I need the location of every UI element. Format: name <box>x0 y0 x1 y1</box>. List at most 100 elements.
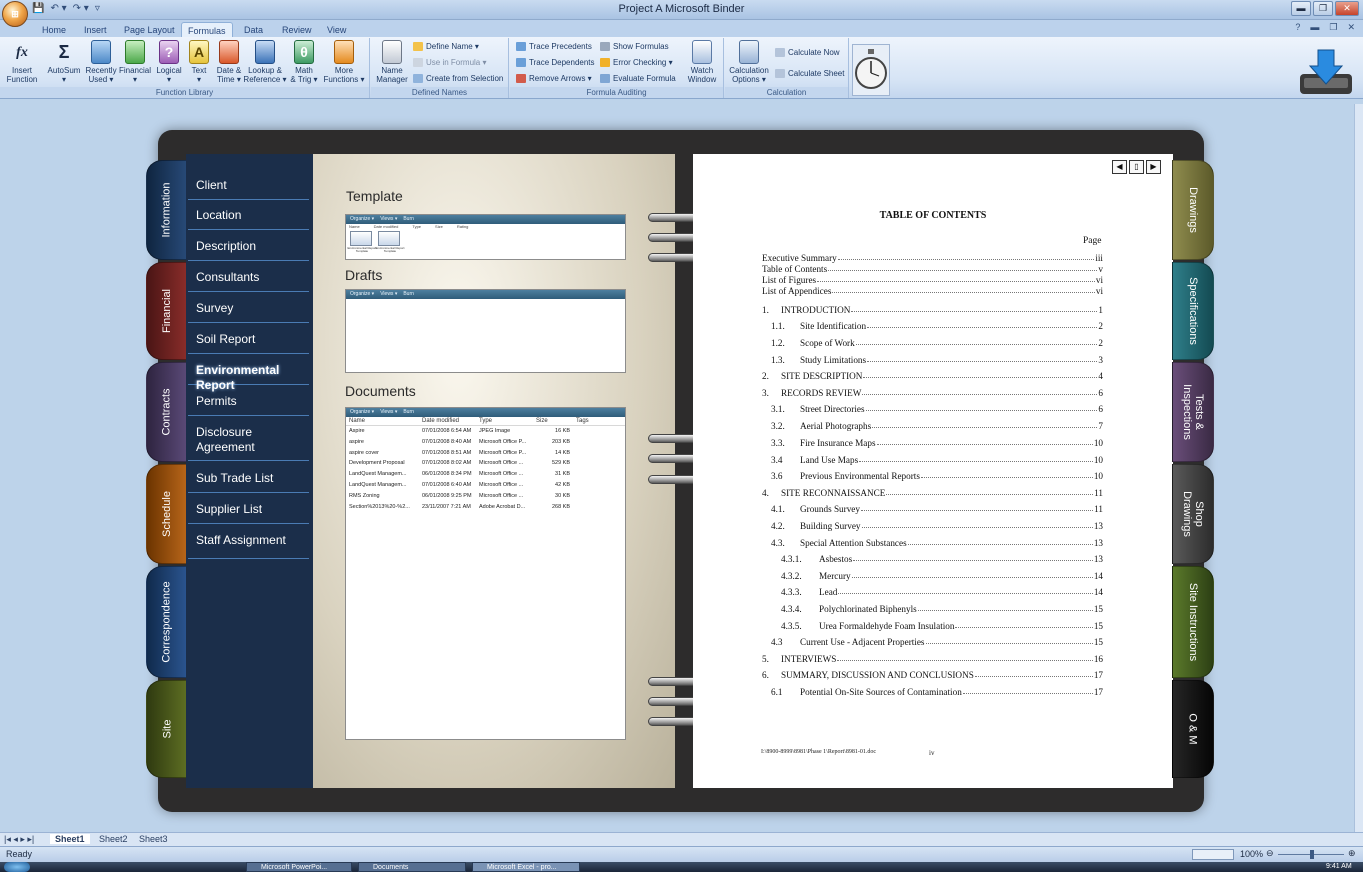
tab-financial[interactable]: Financial <box>146 262 188 360</box>
toc-entry[interactable]: 3.6 Previous Environmental Reports 10 <box>771 471 1103 481</box>
tab-drawings[interactable]: Drawings <box>1172 160 1214 260</box>
toc-entry[interactable]: 3.2. Aerial Photographs 7 <box>771 421 1103 431</box>
math-trig-button[interactable]: θ Math & Trig ▾ <box>287 40 321 84</box>
nav-item-description[interactable]: Description <box>188 239 309 261</box>
lookup-reference-button[interactable]: Lookup & Reference ▾ <box>243 40 287 84</box>
toc-entry[interactable]: 4.3.1. Asbestos 13 <box>781 554 1103 564</box>
toc-entry[interactable]: 2. SITE DESCRIPTION 4 <box>762 371 1103 381</box>
trace-dependents-button[interactable]: Trace Dependents <box>516 58 595 67</box>
close-button[interactable]: ✕ <box>1335 1 1359 16</box>
show-formulas-button[interactable]: Show Formulas <box>600 42 669 51</box>
toc-entry[interactable]: 4.3.5. Urea Formaldehyde Foam Insulation 1… <box>781 621 1103 631</box>
workbook-minimize-button[interactable]: ▬ <box>1310 22 1319 33</box>
trace-precedents-button[interactable]: Trace Precedents <box>516 42 592 51</box>
minimize-button[interactable]: ▬ <box>1291 1 1311 16</box>
toc-entry[interactable]: 4.3.3. Lead 14 <box>781 587 1103 597</box>
file-row[interactable]: LandQuest Managem... 06/01/2008 8:34 PM Mi… <box>346 469 625 480</box>
help-icon[interactable]: ? <box>1295 22 1300 33</box>
tab-site-instructions[interactable]: Site Instructions <box>1172 566 1214 678</box>
text-button[interactable]: A Text ▾ <box>185 40 213 84</box>
taskbar-item-excel[interactable]: Microsoft Excel - pro... <box>472 862 580 872</box>
file-row[interactable]: Development Proposal 07/01/2008 8:02 AM Mi… <box>346 458 625 469</box>
toc-entry[interactable]: 1.3. Study Limitations 3 <box>771 355 1103 365</box>
organize-menu[interactable]: Organize ▾ <box>350 408 374 417</box>
recently-used-button[interactable]: Recently Used ▾ <box>84 40 118 84</box>
nav-item-disclosure-agreement[interactable]: Disclosure Agreement <box>188 425 309 461</box>
burn-button[interactable]: Burn <box>403 215 414 224</box>
toc-entry[interactable]: 4.3.4. Polychlorinated Biphenyls 15 <box>781 604 1103 614</box>
vertical-scrollbar[interactable] <box>1354 104 1363 832</box>
toc-entry[interactable]: 5. INTERVIEWS 16 <box>762 654 1103 664</box>
toc-entry[interactable]: List of Appendices vi <box>762 286 1103 296</box>
toc-entry[interactable]: 3.4 Land Use Maps 10 <box>771 455 1103 465</box>
taskbar-item-documents[interactable]: Documents <box>358 862 466 872</box>
toc-entry[interactable]: 1.2. Scope of Work 2 <box>771 338 1103 348</box>
nav-item-staff-assignment[interactable]: Staff Assignment <box>188 533 309 559</box>
stopwatch-button[interactable] <box>852 44 890 96</box>
drafts-explorer[interactable]: Organize ▾ Views ▾ Burn <box>345 289 626 373</box>
view-buttons[interactable] <box>1192 849 1234 860</box>
nav-item-survey[interactable]: Survey <box>188 301 309 323</box>
create-from-selection-button[interactable]: Create from Selection <box>413 74 503 83</box>
nav-item-sub-trade-list[interactable]: Sub Trade List <box>188 471 309 493</box>
organize-menu[interactable]: Organize ▾ <box>350 215 374 224</box>
office-button[interactable]: ⊞ <box>2 1 28 27</box>
file-row[interactable]: Aspire 07/01/2008 6:54 AM JPEG Image 16 KB <box>346 426 625 437</box>
nav-item-client[interactable]: Client <box>188 178 309 200</box>
tab-formulas[interactable]: Formulas <box>181 22 233 38</box>
sheet-nav-buttons[interactable]: |◂ ◂ ▸ ▸| <box>4 834 34 845</box>
toc-entry[interactable]: 4.3. Special Attention Substances 13 <box>771 538 1103 548</box>
toc-entry[interactable]: 4.3 Current Use - Adjacent Properties 15 <box>771 637 1103 647</box>
tab-review[interactable]: Review <box>276 22 318 38</box>
views-menu[interactable]: Views ▾ <box>380 215 397 224</box>
insert-function-button[interactable]: fx Insert Function <box>4 40 40 84</box>
zoom-in-icon[interactable]: ⊕ <box>1348 848 1356 859</box>
toc-entry[interactable]: 1. INTRODUCTION 1 <box>762 305 1103 315</box>
calculate-sheet-button[interactable]: Calculate Sheet <box>775 69 844 78</box>
nav-item-soil-report[interactable]: Soil Report <box>188 332 309 354</box>
toc-entry[interactable]: List of Figures vi <box>762 275 1103 285</box>
zoom-slider-thumb[interactable] <box>1310 850 1314 859</box>
start-button[interactable] <box>4 862 30 872</box>
use-in-formula-button[interactable]: Use in Formula ▾ <box>413 58 486 67</box>
toc-entry[interactable]: 4.3.2. Mercury 14 <box>781 571 1103 581</box>
tab-correspondence[interactable]: Correspondence <box>146 566 188 678</box>
file-row[interactable]: aspire 07/01/2008 8:40 AM Microsoft Office… <box>346 437 625 448</box>
nav-item-permits[interactable]: Permits <box>188 394 309 416</box>
autosum-button[interactable]: Σ AutoSum ▾ <box>44 40 84 85</box>
nav-item-location[interactable]: Location <box>188 208 309 230</box>
name-manager-button[interactable]: Name Manager <box>373 40 411 84</box>
toc-entry[interactable]: 4.1. Grounds Survey 11 <box>771 504 1103 514</box>
toc-entry[interactable]: Table of Contents v <box>762 264 1103 274</box>
tab-tests-inspections[interactable]: Tests & Inspections <box>1172 362 1214 462</box>
col-date-modified[interactable]: Date modified <box>422 417 479 425</box>
toc-entry[interactable]: 3.1. Street Directories 6 <box>771 404 1103 414</box>
sheet-tab-1[interactable]: Sheet1 <box>50 834 90 844</box>
date-time-button[interactable]: Date & Time ▾ <box>213 40 245 84</box>
views-menu[interactable]: Views ▾ <box>380 290 397 299</box>
tab-home[interactable]: Home <box>36 22 72 38</box>
burn-button[interactable]: Burn <box>403 290 414 299</box>
more-functions-button[interactable]: More Functions ▾ <box>322 40 366 84</box>
nav-item-consultants[interactable]: Consultants <box>188 270 309 292</box>
template-file-icon[interactable] <box>378 231 400 246</box>
logical-button[interactable]: ? Logical ▾ <box>153 40 185 84</box>
zoom-level[interactable]: 100% <box>1240 849 1263 859</box>
download-tray-icon[interactable] <box>1298 44 1354 98</box>
toc-entry[interactable]: 1.1. Site Identification 2 <box>771 321 1103 331</box>
error-checking-button[interactable]: Error Checking ▾ <box>600 58 673 67</box>
tab-schedule[interactable]: Schedule <box>146 464 188 564</box>
toc-entry[interactable]: 4. SITE RECONNAISSANCE 11 <box>762 488 1103 498</box>
template-explorer[interactable]: Organize ▾ Views ▾ Burn Name Date modifi… <box>345 214 626 260</box>
financial-button[interactable]: Financial ▾ <box>118 40 152 84</box>
template-file-icon[interactable] <box>350 231 372 246</box>
col-type[interactable]: Type <box>479 417 536 425</box>
tab-specifications[interactable]: Specifications <box>1172 262 1214 360</box>
tab-shop-drawings[interactable]: Shop Drawings <box>1172 464 1214 564</box>
next-page-button[interactable]: ▶ <box>1146 160 1161 174</box>
define-name-button[interactable]: Define Name ▾ <box>413 42 479 51</box>
calculation-options-button[interactable]: Calculation Options ▾ <box>727 40 771 84</box>
taskbar-item-powerpoint[interactable]: Microsoft PowerPoi... <box>246 862 352 872</box>
workbook-close-button[interactable]: ✕ <box>1347 22 1355 33</box>
toc-entry[interactable]: Executive Summary iii <box>762 253 1103 263</box>
